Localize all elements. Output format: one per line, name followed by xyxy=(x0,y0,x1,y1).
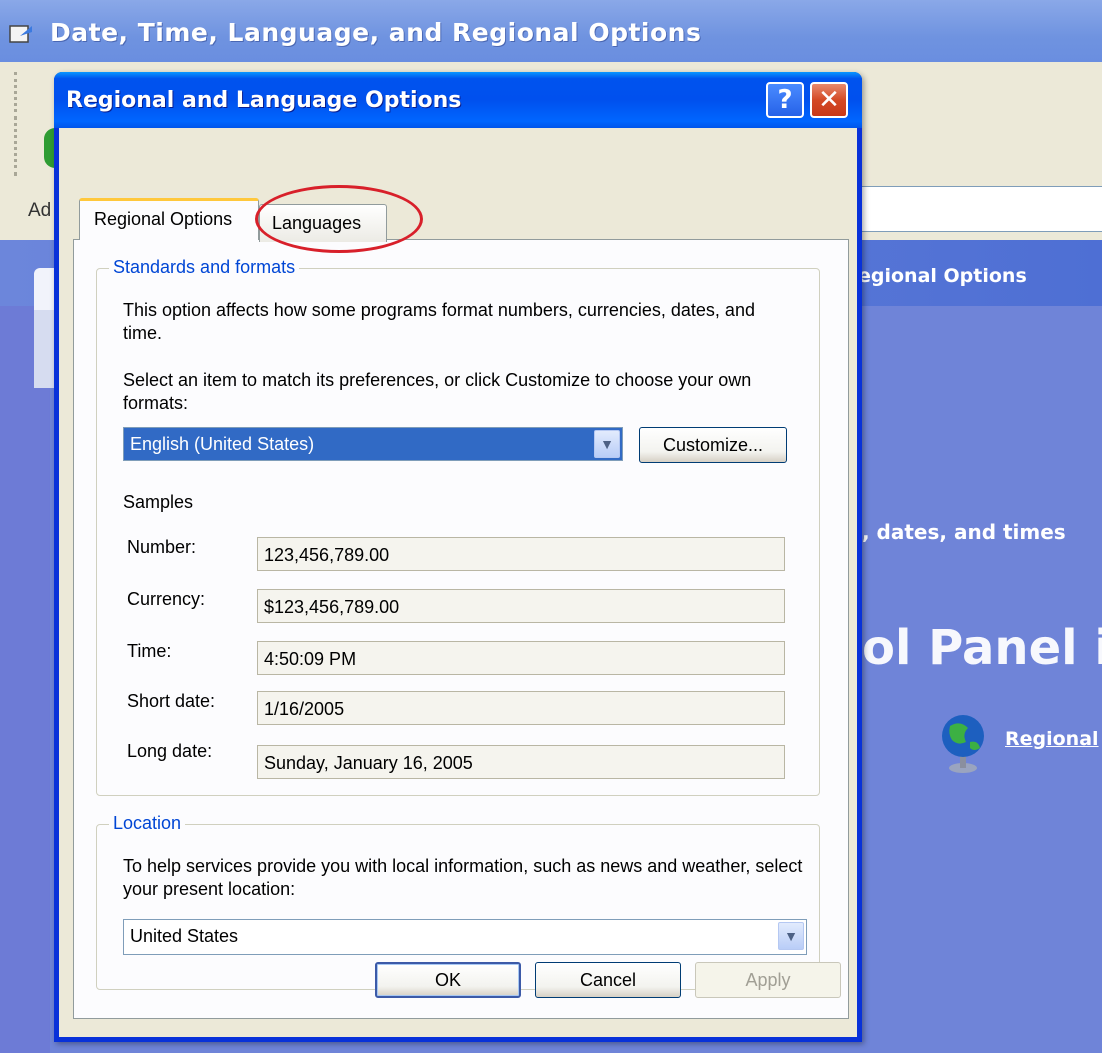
address-bar-label: Ad xyxy=(28,200,52,221)
sample-label-long-date: Long date: xyxy=(127,741,213,761)
task-subheading: , dates, and times xyxy=(862,520,1066,544)
locale-select[interactable]: English (United States) ▼ xyxy=(123,427,623,461)
help-button[interactable]: ? xyxy=(766,82,804,118)
close-button[interactable]: ✕ xyxy=(810,82,848,118)
highlight-circle-annotation xyxy=(255,185,423,253)
regional-language-dialog: Regional and Language Options ? ✕ Region… xyxy=(54,72,862,1042)
chevron-down-icon[interactable]: ▼ xyxy=(594,430,620,458)
standards-legend: Standards and formats xyxy=(109,257,300,278)
location-legend: Location xyxy=(109,813,186,834)
address-bar-input[interactable] xyxy=(860,186,1102,232)
sample-value-time: 4:50:09 PM xyxy=(257,641,785,675)
cancel-button[interactable]: Cancel xyxy=(535,962,681,998)
dialog-title: Regional and Language Options xyxy=(66,88,462,113)
location-select[interactable]: United States ▼ xyxy=(123,919,807,955)
background-window-titlebar: Date, Time, Language, and Regional Optio… xyxy=(0,0,1102,62)
locale-select-value: English (United States) xyxy=(130,434,315,454)
dialog-titlebar[interactable]: Regional and Language Options ? ✕ xyxy=(54,72,862,128)
toolbar-grip[interactable] xyxy=(14,72,20,112)
sample-value-long-date: Sunday, January 16, 2005 xyxy=(257,745,785,779)
tab-regional-options[interactable]: Regional Options xyxy=(79,198,259,240)
toolbar-grip[interactable] xyxy=(14,116,20,176)
samples-heading: Samples xyxy=(123,492,194,512)
control-panel-icon xyxy=(9,25,32,43)
sample-label-currency: Currency: xyxy=(127,589,206,609)
control-panel-icon-heading: ol Panel i xyxy=(862,620,1102,676)
apply-button[interactable]: Apply xyxy=(695,962,841,998)
sample-label-time: Time: xyxy=(127,641,172,661)
sample-label-number: Number: xyxy=(127,537,197,557)
control-panel-header-title: egional Options xyxy=(858,265,1027,287)
regional-options-link[interactable]: Regional xyxy=(1005,728,1099,750)
standards-description: This option affects how some programs fo… xyxy=(123,300,755,343)
standards-instruction: Select an item to match its preferences,… xyxy=(123,370,752,413)
tab-panel: Standards and formats This option affect… xyxy=(73,239,849,1019)
customize-button[interactable]: Customize... xyxy=(639,427,787,463)
location-select-value: United States xyxy=(130,926,239,946)
globe-icon[interactable] xyxy=(940,712,986,776)
chevron-down-icon[interactable]: ▼ xyxy=(778,922,804,950)
location-description: To help services provide you with local … xyxy=(123,856,803,899)
sample-value-short-date: 1/16/2005 xyxy=(257,691,785,725)
sample-value-currency: $123,456,789.00 xyxy=(257,589,785,623)
ok-button[interactable]: OK xyxy=(375,962,521,998)
sample-value-number: 123,456,789.00 xyxy=(257,537,785,571)
background-window-title: Date, Time, Language, and Regional Optio… xyxy=(50,18,702,47)
standards-group: Standards and formats This option affect… xyxy=(96,257,820,796)
sample-label-short-date: Short date: xyxy=(127,691,216,711)
dialog-body: Regional Options Languages Standards and… xyxy=(59,128,857,1037)
